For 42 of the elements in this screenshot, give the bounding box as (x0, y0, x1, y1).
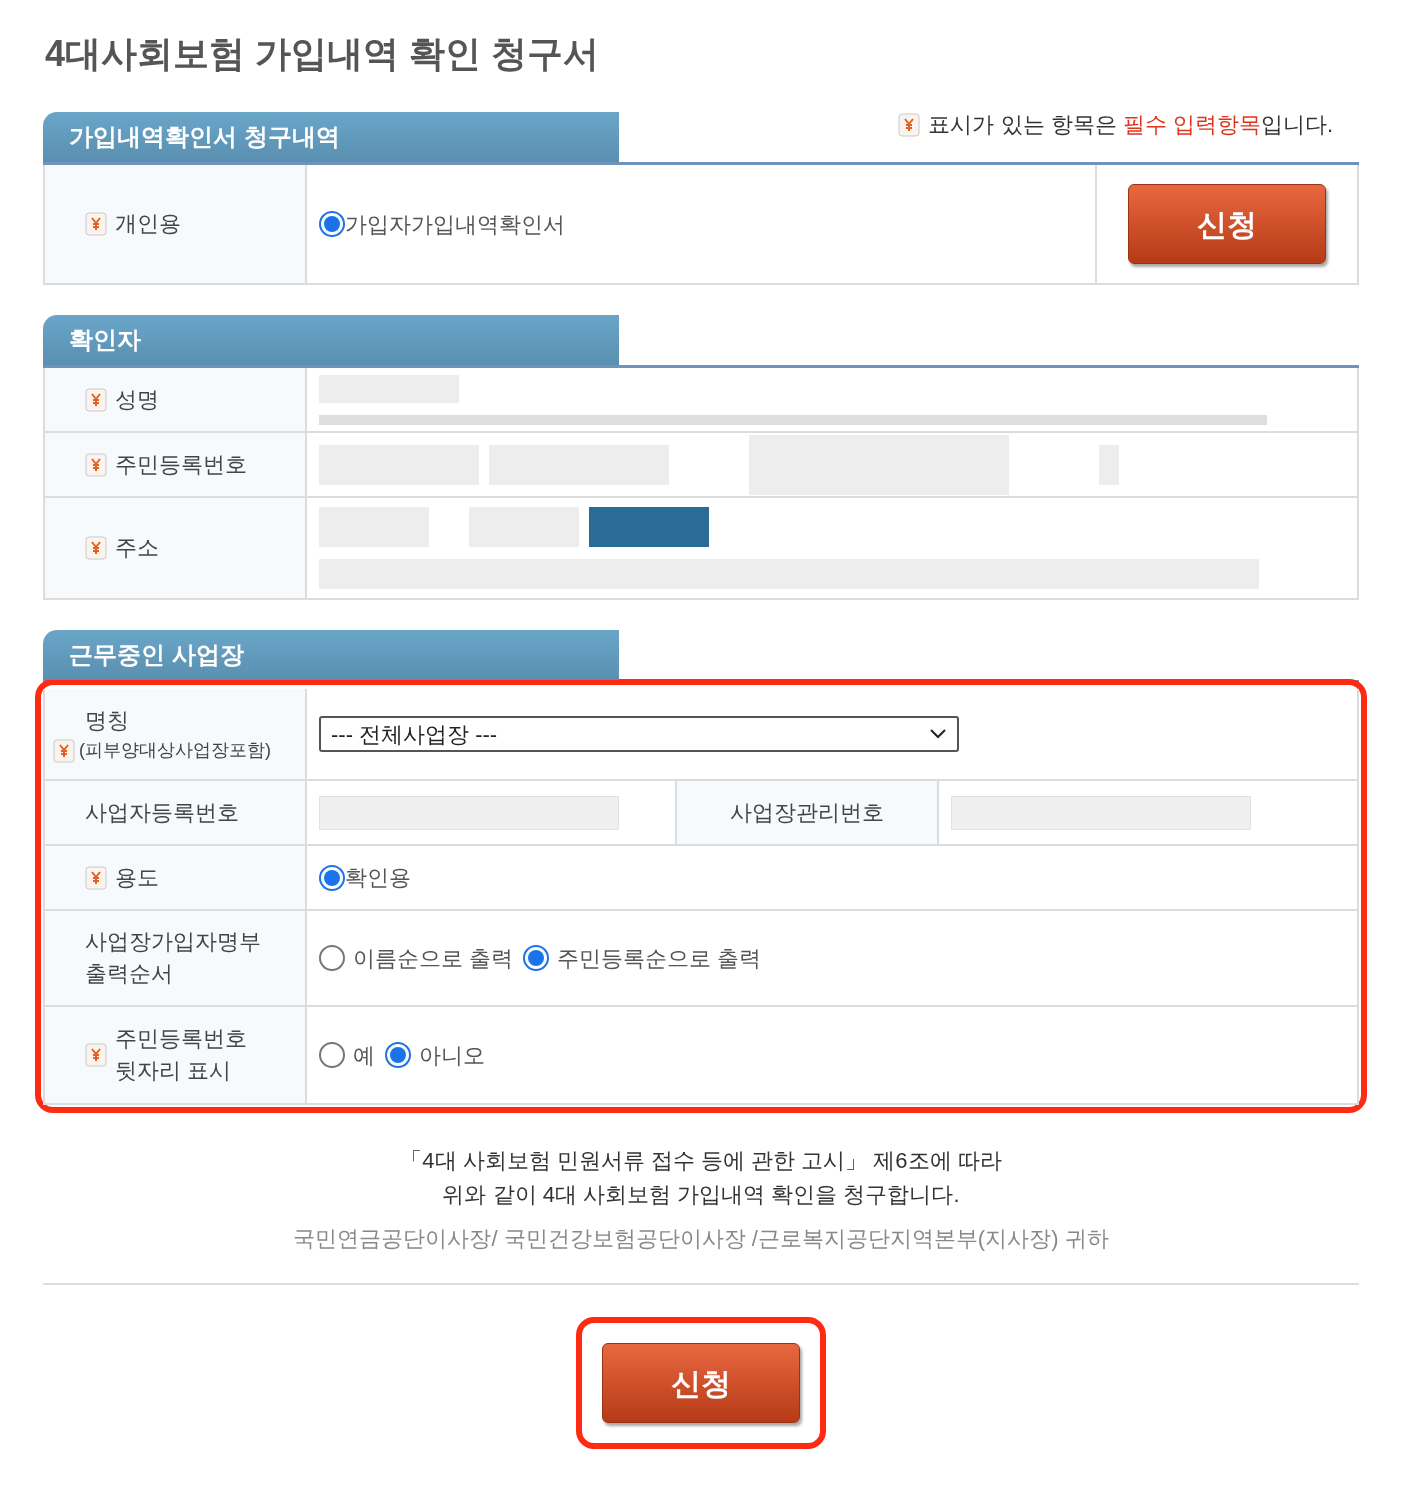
page-title: 4대사회보험 가입내역 확인 청구서 (45, 32, 601, 76)
apply-button[interactable]: 신청 (1128, 184, 1326, 264)
field-label: 용도 (115, 863, 159, 892)
text-input[interactable] (951, 795, 1251, 830)
required-mark-icon (85, 387, 107, 412)
notice-text: 「4대 사회보험 민원서류 접수 등에 관한 고시」 제6조에 따라 (400, 1147, 1002, 1175)
chevron-down-icon (929, 728, 947, 740)
label-cell: 사업장관리번호 (677, 781, 939, 844)
field-label: 주민등록번호 뒷자리 표시 (115, 1025, 248, 1085)
field-label: 성명 (115, 385, 159, 414)
field-label: 사업자등록번호 (85, 798, 239, 827)
radio-button[interactable] (319, 1042, 345, 1068)
radio-option[interactable]: 예 (319, 1038, 375, 1072)
required-mark-icon (85, 536, 107, 560)
notice-text: 위와 같이 4대 사회보험 가입내역 확인을 청구합니다. (442, 1181, 960, 1209)
field-sublabel: (피부양대상사업장포함) (79, 739, 271, 762)
field-label: 개인용 (115, 210, 181, 238)
addressee-text: 국민연금공단이사장/ 국민건강보험공단이사장 /근로복지공단지역본부(지사장) 귀하 (293, 1225, 1109, 1253)
required-mark-icon (85, 865, 107, 890)
field-label: 사업장가입자명부 출력순서 (85, 928, 262, 988)
required-note: 표시가 있는 항목은 필수 입력항목입니다. (928, 111, 1333, 139)
required-mark-icon (85, 212, 107, 236)
field-label: 명칭 (85, 707, 130, 735)
radio-option[interactable]: 확인용 (319, 861, 411, 894)
required-mark-icon (898, 112, 921, 137)
radio-option[interactable]: 주민등록순으로 출력 (523, 941, 762, 975)
radio-button[interactable] (319, 945, 345, 971)
field-label: 주소 (115, 534, 159, 562)
required-mark-icon (53, 738, 75, 763)
radio-option[interactable]: 가입자가입내역확인서 (319, 207, 565, 241)
radio-option[interactable]: 이름순으로 출력 (319, 941, 514, 975)
field-label: 주민등록번호 (115, 450, 247, 479)
radio-option[interactable]: 아니오 (385, 1038, 485, 1072)
radio-button[interactable] (319, 211, 345, 237)
workplace-select[interactable]: --- 전체사업장 --- (319, 716, 959, 752)
text-input[interactable] (319, 795, 619, 830)
apply-button[interactable]: 신청 (602, 1343, 800, 1423)
radio-button[interactable] (385, 1042, 411, 1068)
required-mark-icon (85, 452, 107, 477)
radio-button[interactable] (523, 945, 550, 971)
required-mark-icon (85, 1043, 107, 1067)
radio-button[interactable] (319, 864, 345, 891)
